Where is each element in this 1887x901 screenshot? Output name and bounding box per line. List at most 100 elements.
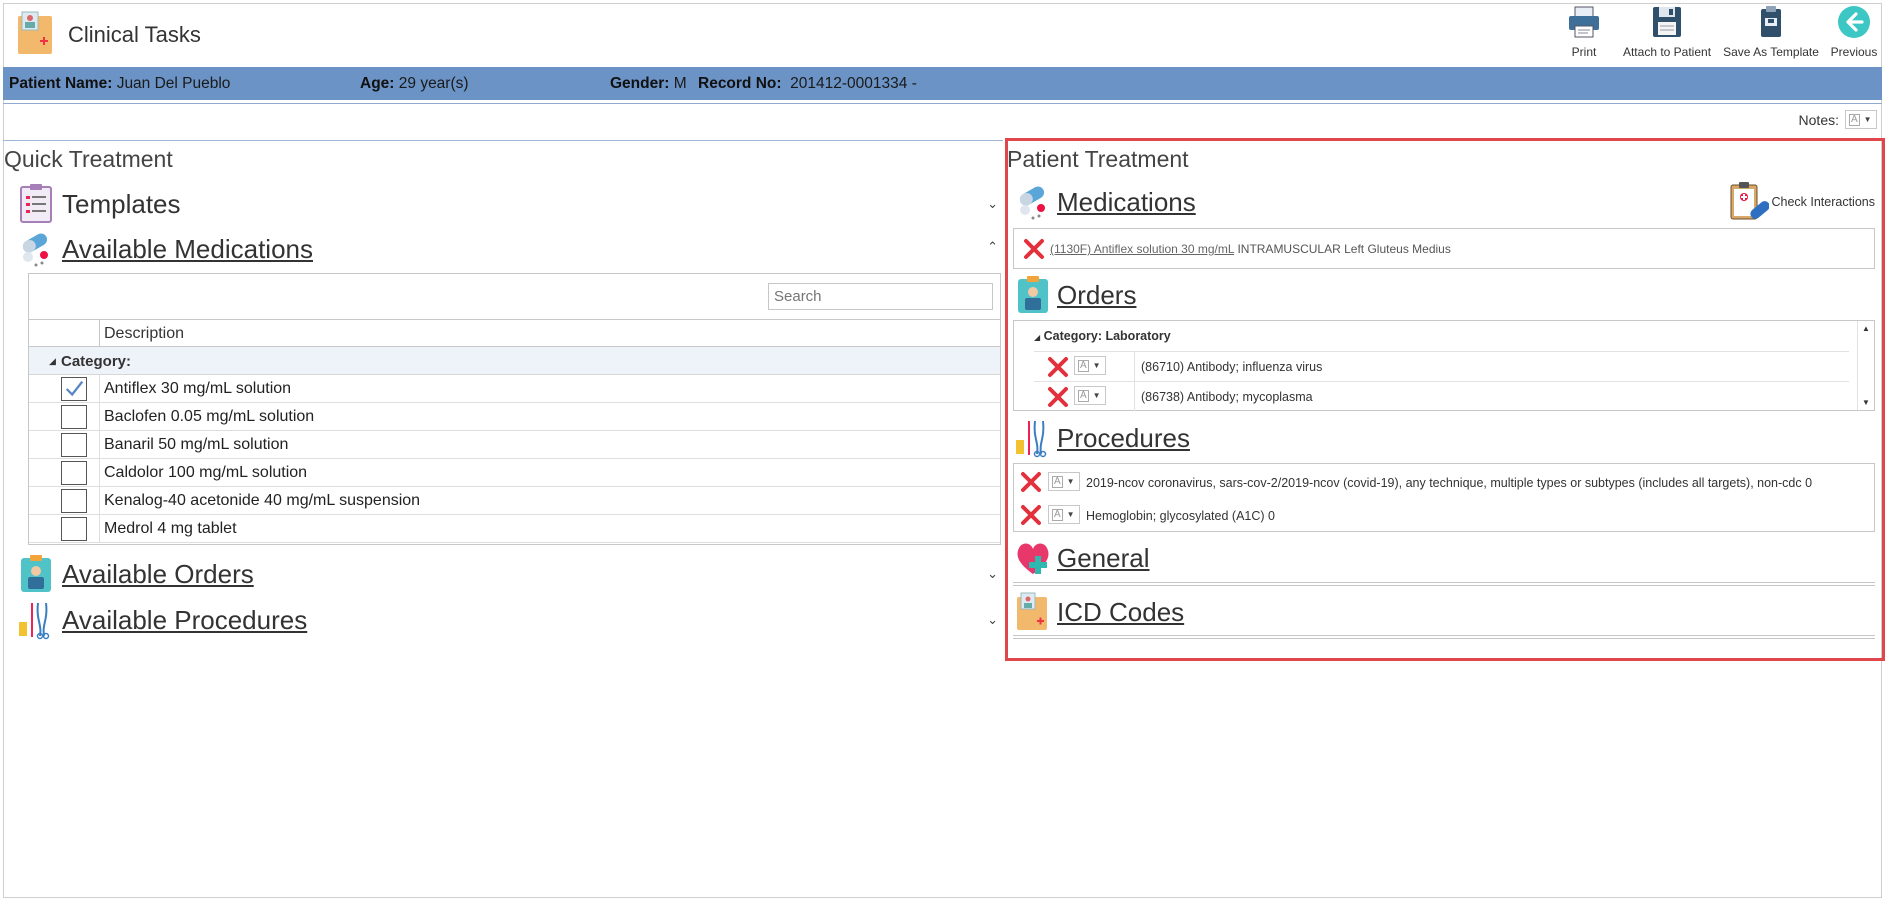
- clinical-folder-icon: [1017, 592, 1047, 630]
- medication-checkbox[interactable]: [61, 489, 87, 513]
- save-as-template-button[interactable]: Save As Template: [1719, 4, 1823, 64]
- remove-procedure-button[interactable]: [1019, 503, 1043, 527]
- order-row[interactable]: A ▼ (86710) Antibody; influenza virus: [1034, 351, 1849, 381]
- chevron-down-icon[interactable]: ⌄: [987, 566, 998, 582]
- caret-down-icon: ▼: [1863, 115, 1872, 124]
- medications-section-header[interactable]: Medications: [1015, 182, 1196, 222]
- orders-category-row[interactable]: ◢ Category: Laboratory: [1034, 329, 1171, 343]
- procedure-label: 2019-ncov coronavirus, sars-cov-2/2019-n…: [1086, 476, 1813, 490]
- medication-checkbox[interactable]: [61, 461, 87, 485]
- patient-info-bar: Patient Name: Juan Del Pueblo Age: 29 ye…: [3, 67, 1882, 100]
- orders-section-title[interactable]: Orders: [1057, 280, 1136, 311]
- grid-header: Description: [29, 319, 1000, 348]
- icd-codes-section-header[interactable]: ICD Codes: [1015, 592, 1184, 632]
- scroll-up-icon[interactable]: ▲: [1862, 324, 1870, 333]
- medications-section-title[interactable]: Medications: [1057, 187, 1196, 218]
- patient-gender-field: Gender: M: [610, 75, 687, 92]
- divider: [3, 140, 1003, 141]
- pills-icon: [1019, 186, 1045, 220]
- medication-checkbox[interactable]: [61, 377, 87, 401]
- check-interactions-button[interactable]: Check Interactions: [1727, 181, 1875, 223]
- medication-row[interactable]: Caldolor 100 mg/mL solution: [29, 459, 1000, 487]
- medications-grid: Description ◢ Category: Antiflex 30 mg/m…: [28, 273, 1001, 545]
- caret-down-icon: ▼: [1092, 391, 1101, 400]
- procedure-row[interactable]: A ▼ Hemoglobin; glycosylated (A1C) 0: [1014, 499, 1874, 531]
- chevron-up-icon[interactable]: ⌃: [987, 239, 998, 255]
- remove-order-button[interactable]: [1046, 355, 1070, 379]
- templates-accordion[interactable]: Templates ⌄: [18, 182, 998, 226]
- medication-row[interactable]: Baclofen 0.05 mg/mL solution: [29, 403, 1000, 431]
- medication-row[interactable]: Banaril 50 mg/mL solution: [29, 431, 1000, 459]
- orders-scrollbar[interactable]: ▲ ▼: [1857, 321, 1874, 410]
- patient-orders-list: ◢ Category: Laboratory A ▼ (86710) Antibod…: [1013, 320, 1875, 411]
- chevron-down-icon[interactable]: ⌄: [987, 612, 998, 628]
- available-orders-label: Available Orders: [62, 558, 254, 589]
- collapse-triangle-icon[interactable]: ◢: [1034, 333, 1040, 342]
- available-procedures-accordion[interactable]: Available Procedures ⌄: [18, 598, 998, 642]
- toolbar: Print Attach to Patient Save As Template: [1553, 4, 1887, 64]
- procedure-label: Hemoglobin; glycosylated (A1C) 0: [1086, 509, 1275, 523]
- procedure-note-dropdown[interactable]: A ▼: [1048, 472, 1080, 491]
- available-orders-accordion[interactable]: Available Orders ⌄: [18, 552, 998, 596]
- medication-label: Antiflex 30 mg/mL solution: [104, 380, 292, 397]
- delete-x-icon: [1024, 239, 1044, 259]
- medication-label: Kenalog-40 acetonide 40 mg/mL suspension: [104, 492, 421, 509]
- app-header: Clinical Tasks Print Attach to Patient S…: [0, 0, 1887, 66]
- procedures-section-header[interactable]: Procedures: [1015, 418, 1190, 458]
- medication-checkbox[interactable]: [61, 433, 87, 457]
- previous-button[interactable]: Previous: [1823, 4, 1885, 64]
- text-format-icon: A: [1078, 389, 1089, 402]
- divider: [1013, 582, 1875, 586]
- surgical-tools-icon: [1016, 420, 1047, 458]
- delete-x-icon: [1021, 472, 1041, 492]
- search-input[interactable]: [768, 283, 993, 310]
- procedures-section-title[interactable]: Procedures: [1057, 423, 1190, 454]
- divider: [1013, 635, 1875, 639]
- medication-label: Banaril 50 mg/mL solution: [104, 436, 289, 453]
- surgical-tools-icon: [19, 602, 50, 640]
- available-medications-accordion[interactable]: Available Medications ⌃: [18, 227, 998, 271]
- remove-order-button[interactable]: [1046, 385, 1070, 409]
- doctor-clipboard-icon: [21, 555, 51, 592]
- order-note-dropdown[interactable]: A ▼: [1074, 356, 1106, 375]
- medication-entry-link[interactable]: (1130F) Antiflex solution 30 mg/mL: [1050, 242, 1234, 256]
- procedure-row[interactable]: A ▼ 2019-ncov coronavirus, sars-cov-2/2019…: [1014, 466, 1874, 498]
- order-label: (86738) Antibody; mycoplasma: [1141, 390, 1313, 404]
- remove-medication-button[interactable]: [1022, 237, 1046, 261]
- quick-treatment-title: Quick Treatment: [4, 146, 173, 172]
- procedure-note-dropdown[interactable]: A ▼: [1048, 505, 1080, 524]
- chevron-down-icon[interactable]: ⌄: [987, 196, 998, 212]
- delete-x-icon: [1048, 357, 1068, 377]
- orders-section-header[interactable]: Orders: [1015, 275, 1136, 315]
- general-section-title[interactable]: General: [1057, 543, 1150, 574]
- medication-label: Baclofen 0.05 mg/mL solution: [104, 408, 315, 425]
- order-note-dropdown[interactable]: A ▼: [1074, 386, 1106, 405]
- patient-record-field: Record No: 201412-0001334 -: [698, 75, 917, 92]
- icd-codes-section-title[interactable]: ICD Codes: [1057, 597, 1184, 628]
- category-group-row[interactable]: ◢ Category:: [29, 347, 1000, 375]
- printer-icon: [1569, 6, 1599, 38]
- notes-dropdown[interactable]: A ▼: [1845, 110, 1877, 129]
- text-format-icon: A: [1849, 113, 1860, 126]
- available-medications-label: Available Medications: [62, 233, 313, 264]
- print-button[interactable]: Print: [1553, 4, 1615, 64]
- medication-entry-detail: INTRAMUSCULAR Left Gluteus Medius: [1237, 242, 1451, 256]
- clipboard-save-icon: [1761, 6, 1781, 37]
- scroll-down-icon[interactable]: ▼: [1862, 398, 1870, 407]
- attach-to-patient-button[interactable]: Attach to Patient: [1615, 4, 1719, 64]
- patient-medication-list: (1130F) Antiflex solution 30 mg/mL INTRA…: [1013, 228, 1875, 269]
- heart-plus-icon: [1017, 543, 1049, 574]
- medication-checkbox[interactable]: [61, 405, 87, 429]
- medication-checkbox[interactable]: [61, 517, 87, 541]
- patient-procedures-list: A ▼ 2019-ncov coronavirus, sars-cov-2/2019…: [1013, 463, 1875, 532]
- collapse-triangle-icon[interactable]: ◢: [49, 356, 56, 367]
- medication-row[interactable]: Kenalog-40 acetonide 40 mg/mL suspension: [29, 487, 1000, 515]
- general-section-header[interactable]: General: [1015, 538, 1150, 578]
- medication-row[interactable]: Medrol 4 mg tablet: [29, 515, 1000, 543]
- column-header-description[interactable]: Description: [104, 325, 184, 343]
- templates-label: Templates: [62, 188, 181, 219]
- order-row[interactable]: A ▼ (86738) Antibody; mycoplasma: [1034, 381, 1849, 411]
- medication-row[interactable]: Antiflex 30 mg/mL solution: [29, 375, 1000, 403]
- text-format-icon: A: [1052, 508, 1063, 521]
- remove-procedure-button[interactable]: [1019, 470, 1043, 494]
